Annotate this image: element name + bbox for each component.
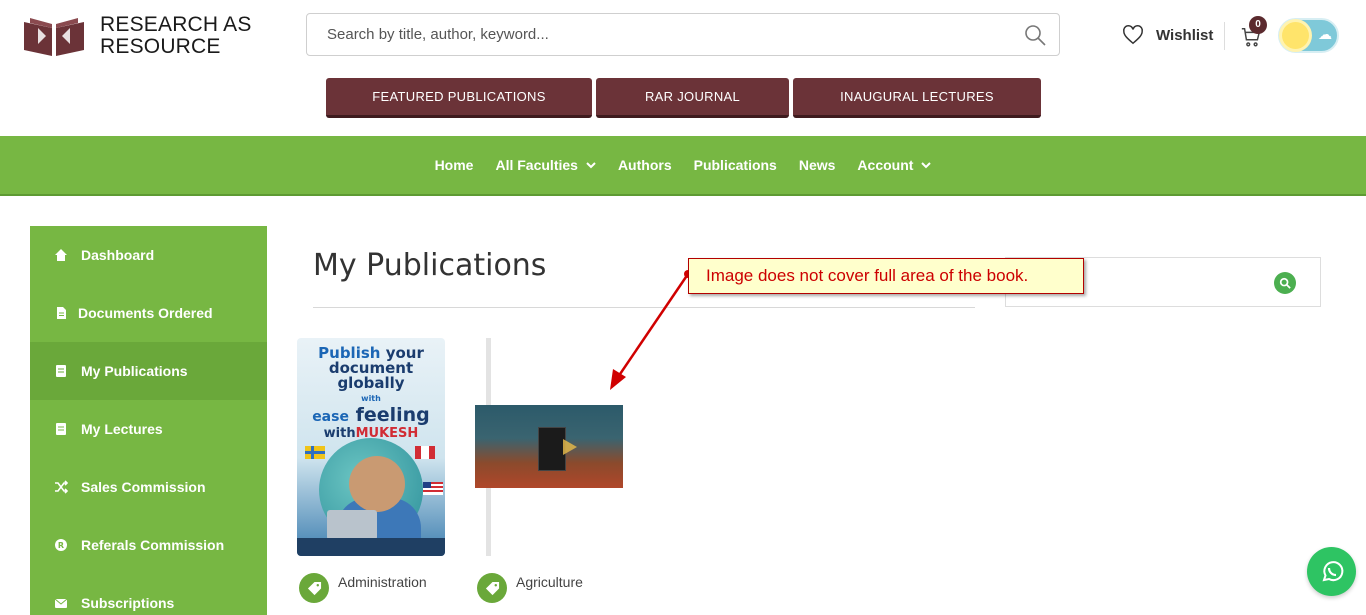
nav-label: Publications (693, 157, 777, 173)
inner-book-thumbnail (538, 427, 566, 471)
sidebar-item-sales-commission[interactable]: Sales Commission (30, 458, 267, 516)
brand-name: RESEARCH AS RESOURCE (100, 14, 252, 58)
main-nav: Home All Faculties Authors Publications … (0, 136, 1366, 196)
shuffle-icon (52, 478, 70, 496)
sidebar-item-my-publications[interactable]: My Publications (30, 342, 267, 400)
theme-toggle[interactable]: ☁ (1278, 18, 1339, 53)
header-divider (1224, 22, 1225, 50)
book-cover-agriculture[interactable] (475, 405, 623, 488)
home-icon (52, 246, 70, 264)
flag-icon (423, 482, 443, 495)
rar-journal-button[interactable]: RAR JOURNAL (596, 78, 789, 118)
sidebar-item-label: Documents Ordered (78, 305, 213, 321)
flag-icon (415, 446, 435, 459)
chevron-down-icon (921, 162, 932, 169)
document-icon (52, 304, 70, 322)
book-logo-icon (24, 18, 84, 56)
flag-icon (305, 446, 325, 459)
brand-line-1: RESEARCH AS (100, 13, 252, 36)
nav-label: All Faculties (495, 157, 578, 173)
whatsapp-chat-button[interactable] (1307, 547, 1356, 596)
book-icon (52, 420, 70, 438)
nav-all-faculties[interactable]: All Faculties (484, 157, 606, 173)
desk-illustration (297, 538, 445, 556)
book-cover-administration[interactable]: Publish your document globally with ease… (297, 338, 445, 556)
inaugural-lectures-button[interactable]: INAUGURAL LECTURES (793, 78, 1041, 118)
sidebar-item-label: Subscriptions (81, 595, 175, 611)
sidebar-item-label: My Publications (81, 363, 188, 379)
cover-text: globally (337, 374, 405, 392)
nav-authors[interactable]: Authors (607, 157, 683, 173)
wishlist-label: Wishlist (1156, 26, 1214, 44)
person-face-illustration (349, 456, 405, 512)
publication-buttons: FEATURED PUBLICATIONS RAR JOURNAL INAUGU… (326, 78, 1041, 118)
category-tag-agriculture[interactable]: Agriculture (477, 573, 583, 603)
nav-label: News (798, 157, 836, 173)
cart-count-badge: 0 (1249, 16, 1267, 34)
category-label: Administration (338, 574, 427, 590)
nav-label: Account (857, 157, 914, 173)
sidebar-item-referals-commission[interactable]: R Referals Commission (30, 516, 267, 574)
nav-home[interactable]: Home (424, 157, 485, 173)
tag-icon (477, 573, 507, 603)
chevron-down-icon (586, 162, 596, 169)
whatsapp-icon (1322, 560, 1343, 581)
annotation-arrow (610, 270, 692, 390)
coin-icon: R (52, 536, 70, 554)
category-label: Agriculture (516, 574, 583, 590)
book-icon (52, 362, 70, 380)
brand-line-2: RESOURCE (100, 35, 221, 58)
tag-icon (299, 573, 329, 603)
sidebar-item-dashboard[interactable]: Dashboard (30, 226, 267, 284)
search-input[interactable] (307, 14, 1023, 55)
brand-logo[interactable]: RESEARCH AS RESOURCE (22, 14, 252, 58)
nav-label: Home (434, 157, 474, 173)
wishlist-link[interactable]: Wishlist (1122, 24, 1213, 46)
cover-text: feeling (355, 404, 430, 426)
laptop-illustration (327, 510, 377, 540)
envelope-icon (52, 594, 70, 612)
search-icon (1279, 277, 1291, 289)
nav-label: Authors (617, 157, 672, 173)
book-cover-title: Publish your document globally with ease… (297, 346, 445, 442)
nav-publications[interactable]: Publications (683, 157, 788, 173)
search-bar (306, 13, 1060, 56)
cover-text: with (323, 426, 356, 441)
sidebar-item-label: Referals Commission (81, 537, 225, 553)
sidebar-item-label: Sales Commission (81, 479, 206, 495)
page-title: My Publications (313, 248, 547, 283)
nav-news[interactable]: News (788, 157, 847, 173)
sidebar-item-label: My Lectures (81, 421, 163, 437)
nav-account[interactable]: Account (846, 157, 942, 173)
sidebar-item-label: Dashboard (81, 247, 155, 263)
cover-text: ease (312, 409, 349, 425)
svg-text:R: R (58, 541, 64, 550)
sidebar-item-documents-ordered[interactable]: Documents Ordered (30, 284, 267, 342)
sun-icon (1282, 22, 1309, 49)
featured-publications-button[interactable]: FEATURED PUBLICATIONS (326, 78, 592, 118)
sidebar-item-my-lectures[interactable]: My Lectures (30, 400, 267, 458)
play-icon (563, 439, 577, 455)
search-submit-button[interactable] (1274, 272, 1296, 294)
annotation-callout: Image does not cover full area of the bo… (688, 258, 1084, 294)
search-icon[interactable] (1023, 23, 1047, 47)
dashboard-sidebar: Dashboard Documents Ordered My Publicati… (30, 226, 267, 615)
heart-icon (1123, 25, 1143, 45)
site-header: RESEARCH AS RESOURCE Wishlist 0 ☁ FEATUR… (0, 0, 1366, 136)
sidebar-item-subscriptions[interactable]: Subscriptions (30, 574, 267, 615)
category-tag-administration[interactable]: Administration (299, 573, 427, 603)
cloud-icon: ☁ (1318, 26, 1332, 42)
